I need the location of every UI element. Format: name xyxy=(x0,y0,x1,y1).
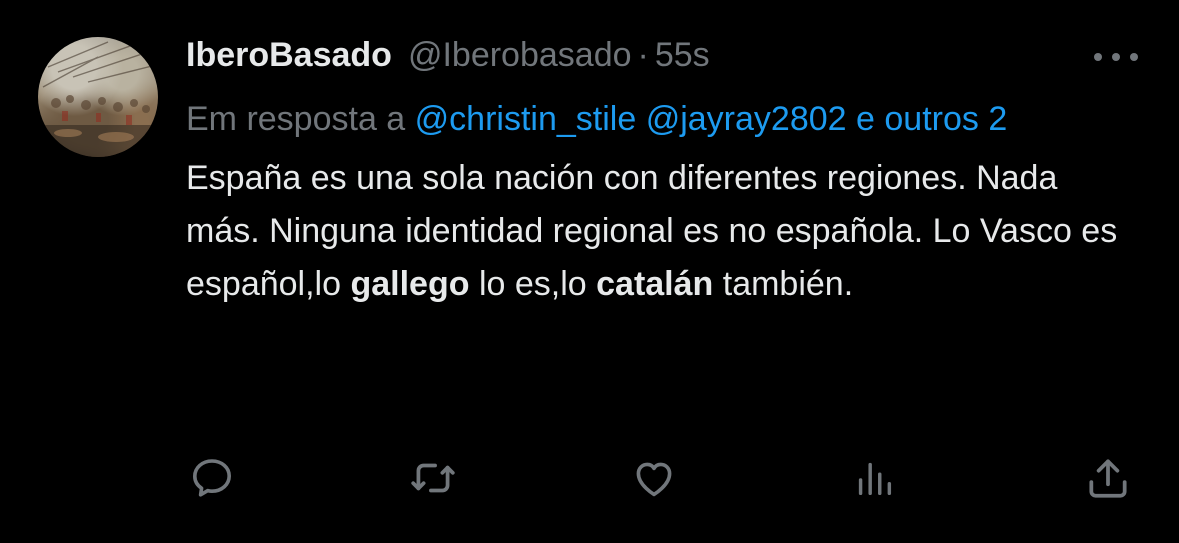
reply-context: Em resposta a @christin_stile @jayray280… xyxy=(186,89,1086,149)
reply-mention-christin-stile[interactable]: @christin_stile xyxy=(415,100,637,138)
share-icon xyxy=(1089,459,1127,498)
author-display-name[interactable]: IberoBasado xyxy=(186,32,392,78)
views-icon xyxy=(858,462,892,496)
author-handle[interactable]: @Iberobasado xyxy=(408,32,632,78)
reply-icon xyxy=(193,459,231,497)
tweet-header: IberoBasado @Iberobasado · 55s xyxy=(186,32,1146,78)
retweet-icon xyxy=(411,463,455,493)
retweet-button[interactable] xyxy=(407,452,459,504)
reply-prefix: Em resposta a xyxy=(186,100,415,138)
avatar-painting-image xyxy=(38,41,158,157)
tweet-text-part: lo es,lo xyxy=(469,265,597,303)
heart-icon xyxy=(636,462,672,497)
tweet-text-bold: catalán xyxy=(596,265,714,303)
tweet-content: IberoBasado @Iberobasado · 55s Em respos… xyxy=(186,32,1146,311)
tweet-text-part: también. xyxy=(713,265,854,303)
share-button[interactable] xyxy=(1082,452,1134,504)
reply-mention-others[interactable]: e outros 2 xyxy=(856,100,1007,138)
like-button[interactable] xyxy=(628,452,680,504)
views-button[interactable] xyxy=(848,452,900,504)
more-options-button[interactable] xyxy=(1094,47,1138,67)
reply-button[interactable] xyxy=(186,452,238,504)
avatar[interactable] xyxy=(38,37,158,157)
tweet-actions xyxy=(0,452,1179,504)
reply-mention-jayray2802[interactable]: @jayray2802 xyxy=(646,100,847,138)
tweet-text-bold: gallego xyxy=(350,265,470,303)
header-separator: · xyxy=(637,36,649,74)
tweet-timestamp[interactable]: 55s xyxy=(655,32,710,78)
more-horizontal-icon xyxy=(1094,53,1102,61)
tweet[interactable]: IberoBasado @Iberobasado · 55s Em respos… xyxy=(0,0,1179,543)
tweet-text: España es una sola nación con diferentes… xyxy=(186,152,1126,311)
